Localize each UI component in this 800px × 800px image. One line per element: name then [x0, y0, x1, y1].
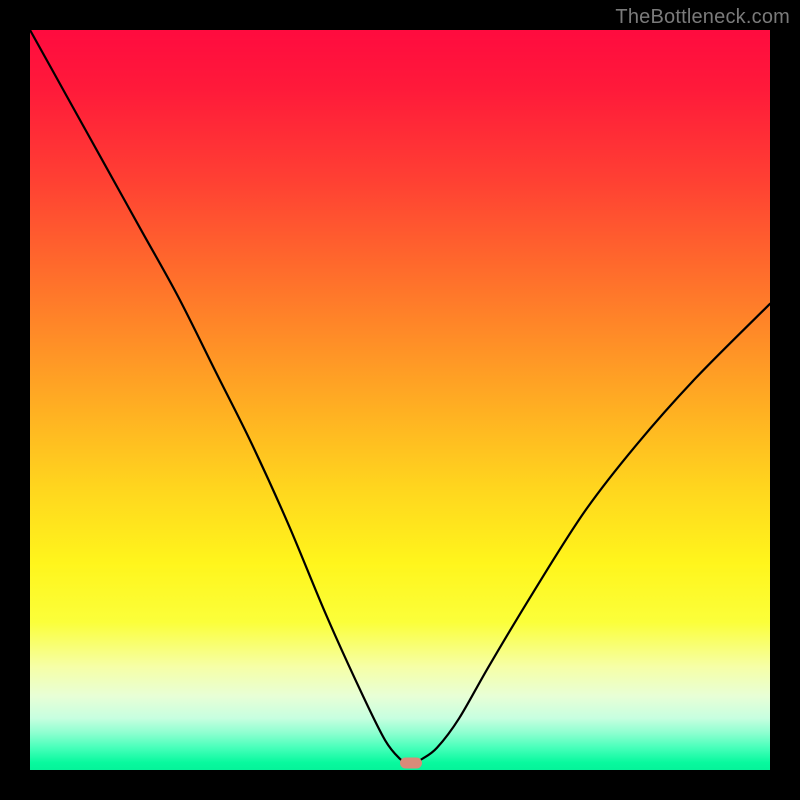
min-marker [400, 757, 422, 768]
bottleneck-curve [30, 30, 770, 770]
curve-path [30, 30, 770, 763]
watermark-text: TheBottleneck.com [615, 6, 790, 29]
plot-area [30, 30, 770, 770]
chart-frame: TheBottleneck.com [0, 0, 800, 800]
